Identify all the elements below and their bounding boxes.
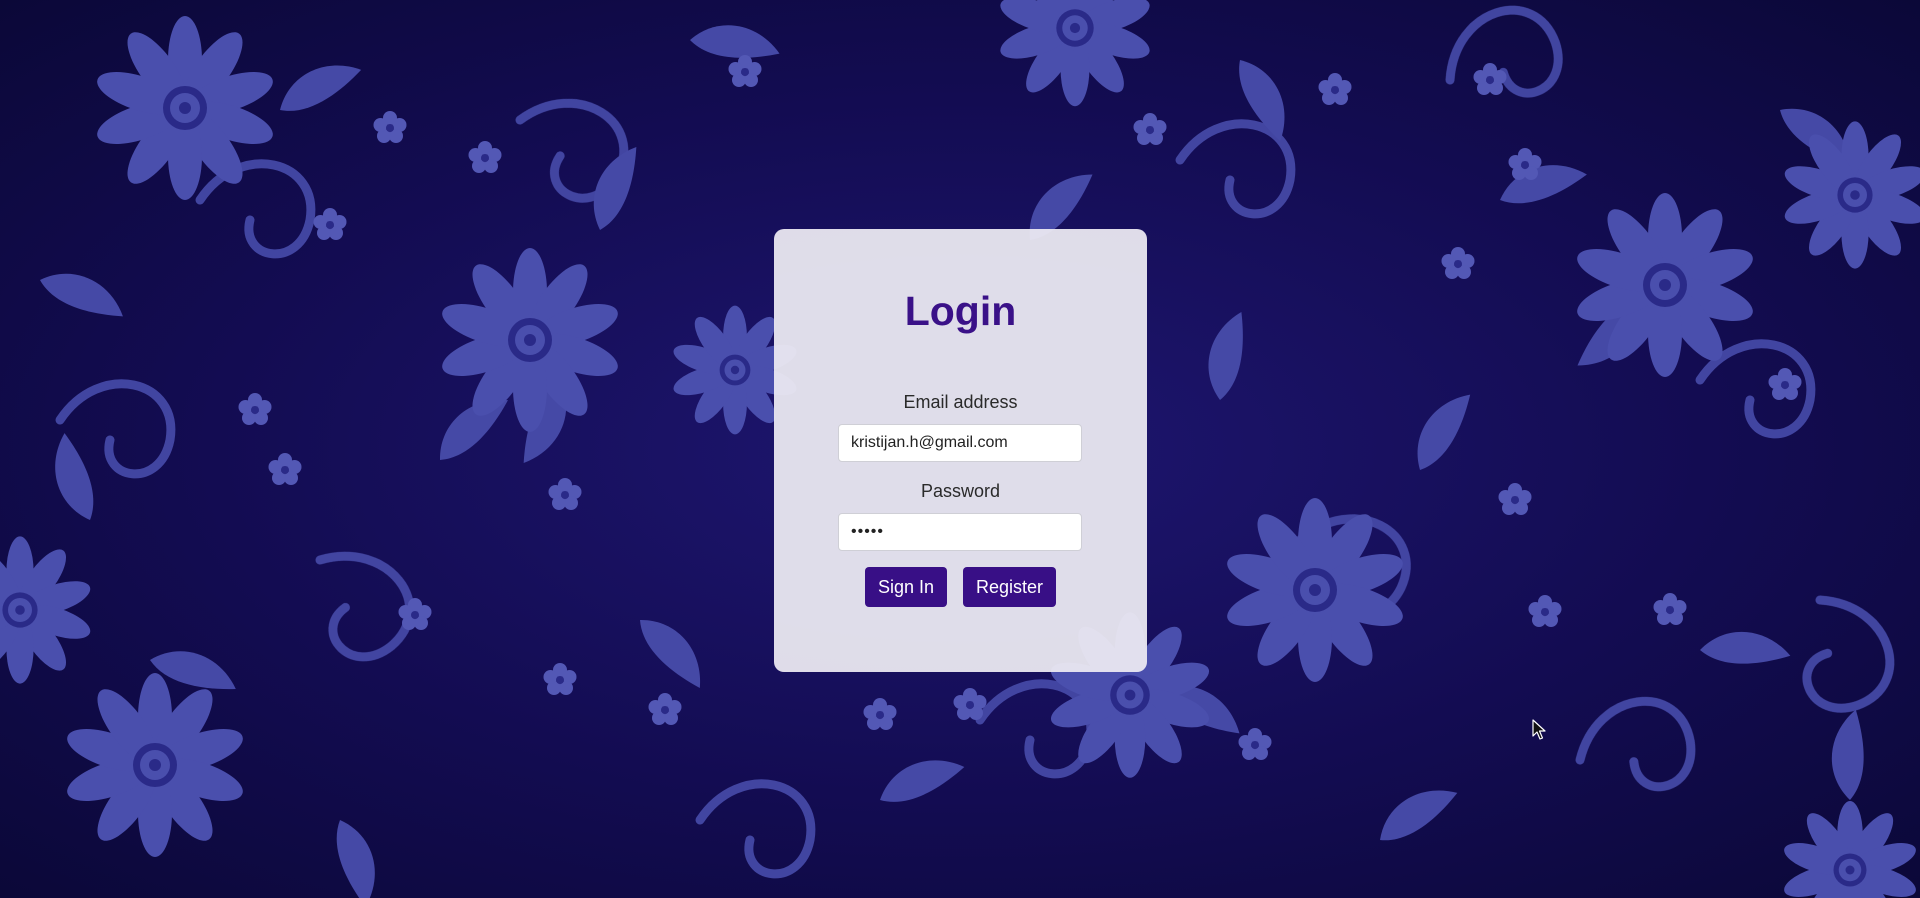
login-card: Login Email address Password Sign In Reg… — [774, 229, 1147, 672]
login-title: Login — [904, 288, 1017, 334]
password-label: Password — [920, 481, 1001, 501]
password-field[interactable] — [838, 513, 1082, 551]
register-button[interactable]: Register — [963, 567, 1057, 607]
email-label: Email address — [903, 392, 1018, 412]
mouse-pointer-icon — [1532, 719, 1546, 740]
sign-in-button[interactable]: Sign In — [864, 567, 947, 607]
button-row: Sign In Register — [774, 567, 1147, 607]
email-field[interactable] — [838, 424, 1082, 462]
